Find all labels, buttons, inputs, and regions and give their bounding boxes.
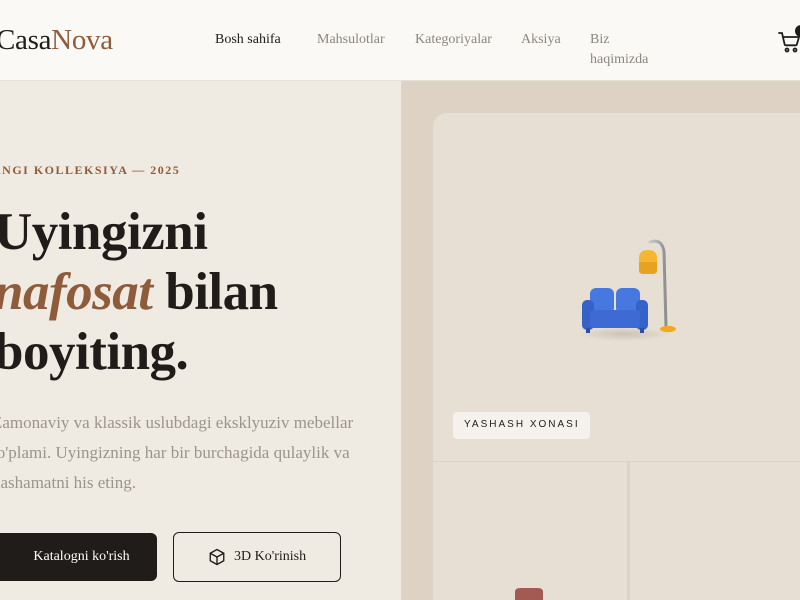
hero-headline: Uyingizni nafosat bilan boyiting. — [0, 202, 278, 382]
hero-description: Zamonaviy va klassik uslubdagi eksklyuzi… — [0, 413, 354, 492]
brand-name-part1: Casa — [0, 24, 52, 56]
headline-line2-rest: bilan — [152, 263, 278, 321]
nav-categories[interactable]: Kategoriyalar — [415, 30, 492, 49]
cart-button[interactable] — [778, 25, 800, 54]
cube-icon — [209, 548, 225, 566]
nav-products[interactable]: Mahsulotlar — [317, 30, 385, 49]
3d-view-button[interactable]: 3D Ko'rinish — [173, 532, 341, 582]
headline-accent: nafosat — [0, 263, 153, 321]
sofa-and-floor-lamp-icon — [578, 239, 676, 341]
brand-name-part2: Nova — [51, 24, 113, 56]
nav-sale[interactable]: Aksiya — [521, 30, 561, 49]
headline-line1: Uyingizni — [0, 203, 208, 261]
brand-logo[interactable]: CasaNova — [0, 22, 113, 58]
showcase-card[interactable] — [630, 462, 800, 600]
site-header: CasaNova Bosh sahifa Mahsulotlar Kategor… — [0, 0, 800, 81]
nav-home[interactable]: Bosh sahifa — [215, 30, 281, 49]
showcase-card[interactable] — [433, 462, 627, 600]
room-tag-label: YASHASH XONASI — [453, 412, 590, 439]
collection-eyebrow: ANGI KOLLEKSIYA — 2025 — [0, 163, 181, 177]
headline-line3: boyiting. — [0, 323, 189, 381]
catalog-button[interactable]: Katalogni ko'rish — [0, 533, 157, 581]
nav-about[interactable]: Biz haqimizda — [590, 30, 660, 70]
3d-view-label: 3D Ko'rinish — [234, 549, 307, 564]
chair-icon — [515, 588, 543, 600]
cart-count-badge — [795, 25, 800, 37]
